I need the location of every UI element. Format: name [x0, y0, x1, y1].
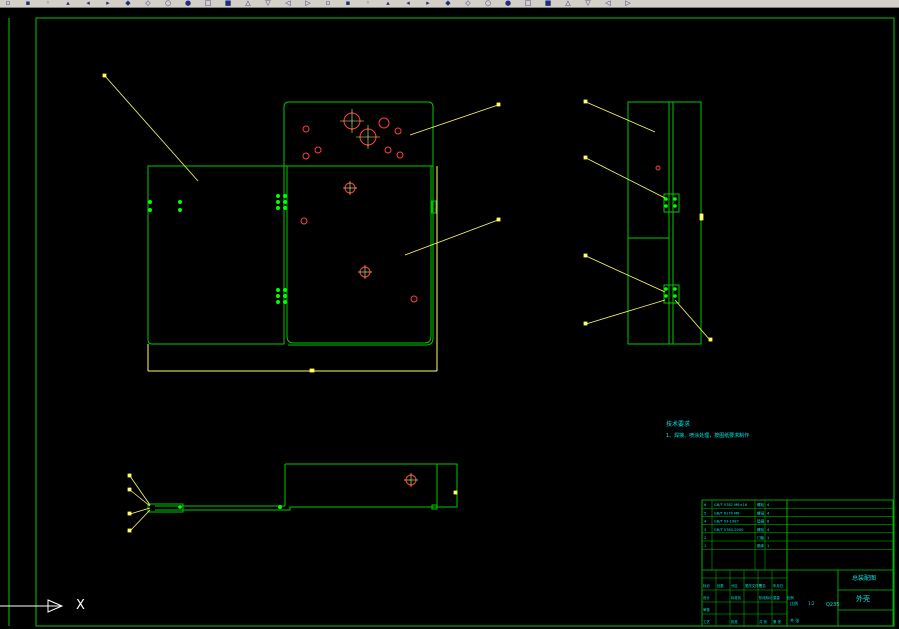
title-grid-cell: 年月日: [773, 583, 783, 588]
properties-icon[interactable]: ○: [164, 0, 172, 7]
explode-icon[interactable]: ◁: [604, 0, 612, 7]
bom-cell: 8: [767, 520, 770, 524]
holes: [300, 112, 661, 486]
title-grid-cell: 审核: [703, 607, 710, 612]
title-grid-cell: 共 张: [759, 619, 767, 624]
bom-cell: 门板: [757, 535, 765, 540]
outer-border: [35, 17, 895, 627]
pan-icon[interactable]: ◆: [124, 0, 132, 7]
help-icon[interactable]: ▷: [624, 0, 632, 7]
ucs-x-label: X: [76, 598, 85, 613]
extend-icon[interactable]: △: [564, 0, 572, 7]
dimension-icon[interactable]: ▪: [344, 0, 352, 7]
match-icon[interactable]: □: [204, 0, 212, 7]
top-view-leaders: [127, 473, 458, 533]
copy-icon[interactable]: ◂: [404, 0, 412, 7]
layer-icon[interactable]: ●: [184, 0, 192, 7]
trim-icon[interactable]: ■: [544, 0, 552, 7]
open-icon[interactable]: ▪: [24, 0, 32, 7]
save-icon[interactable]: ◦: [44, 0, 52, 7]
title-grid-cell: 签名: [759, 583, 766, 588]
offset-icon[interactable]: ◆: [444, 0, 452, 7]
array-icon[interactable]: ◇: [464, 0, 472, 7]
title-grid-cell: 设计: [703, 595, 710, 600]
drawing-canvas[interactable]: 技术要求 1、焊接、喷涂处理，按图纸要求制作 总装配图 外壳 Q235 比例 1…: [0, 7, 899, 629]
bom-cell: 4: [704, 520, 707, 524]
title-grid-cell: 重量: [773, 595, 780, 600]
drawing-name: 总装配图: [852, 574, 876, 582]
title-grid-cell: 比例: [787, 595, 794, 600]
material-text: Q235: [826, 602, 839, 608]
part-name: 外壳: [856, 594, 870, 603]
undo-icon[interactable]: ◂: [84, 0, 92, 7]
top-view: [147, 463, 458, 513]
bom-cell: 螺栓: [757, 502, 765, 507]
insert-icon[interactable]: ▴: [384, 0, 392, 7]
rotate-icon[interactable]: ●: [504, 0, 512, 7]
front-view: [147, 101, 438, 372]
side-leaders: [583, 99, 713, 342]
bom-cell: GB/T 6170 M6: [714, 511, 740, 515]
mirror-icon[interactable]: ▸: [424, 0, 432, 7]
title-grid-cell: 第 张: [773, 619, 781, 624]
scale-icon[interactable]: □: [524, 0, 532, 7]
bom-cell: 垫圈: [757, 519, 765, 524]
block-icon[interactable]: ◦: [364, 0, 372, 7]
arc-icon[interactable]: ◁: [284, 0, 292, 7]
title-grid-cell: 分区: [731, 583, 738, 588]
bom-cell: GB/T 5780-2000: [714, 528, 744, 532]
bom-cell: 2: [704, 536, 706, 540]
title-grid-cell: 阶段标记: [759, 595, 773, 600]
notes-line-1: 1、焊接、喷涂处理，按图纸要求制作: [666, 432, 749, 439]
bom-cell: GB/T 5782 M6×16: [714, 503, 748, 507]
scale-label: 比例: [790, 600, 798, 606]
title-grid-cell: 标记: [703, 583, 710, 588]
hinge-markers: [148, 194, 287, 304]
line-icon[interactable]: ■: [224, 0, 232, 7]
zoom-icon[interactable]: ◇: [144, 0, 152, 7]
bom-cell: GB/T 93-1987: [714, 520, 739, 524]
bom-cell: 1: [704, 544, 706, 548]
notes-title: 技术要求: [666, 420, 690, 428]
bom-cell: 1: [767, 544, 769, 548]
bom-cell: 4: [767, 528, 770, 532]
bom-cell: 6: [704, 503, 707, 507]
title-grid-cell: 标准化: [731, 595, 742, 600]
circle-icon[interactable]: ▽: [264, 0, 272, 7]
text-icon[interactable]: ▫: [324, 0, 332, 7]
bom-cell: 螺母: [757, 510, 765, 515]
ucs-icon: [0, 599, 64, 613]
new-icon[interactable]: ▫: [4, 0, 12, 7]
bom-cell: 3: [704, 528, 706, 532]
scale-value: 1:2: [808, 601, 815, 606]
print-icon[interactable]: ▴: [64, 0, 72, 7]
title-grid-cell: 处数: [717, 583, 724, 588]
bom-cell: 5: [704, 511, 706, 515]
bom-cell: 4: [767, 503, 770, 507]
polyline-icon[interactable]: △: [244, 0, 252, 7]
hatch-icon[interactable]: ▷: [304, 0, 312, 7]
bom-cell: 螺栓: [757, 527, 765, 532]
bom-cell: 1: [767, 536, 769, 540]
title-grid-cell: 批准: [731, 619, 738, 624]
bom-cell: 箱体: [757, 543, 765, 548]
title-grid-cell: 工艺: [703, 619, 710, 624]
sheet-label: 共 张: [790, 617, 799, 623]
move-icon[interactable]: ○: [484, 0, 492, 7]
redo-icon[interactable]: ▸: [104, 0, 112, 7]
fillet-icon[interactable]: ▽: [584, 0, 592, 7]
bom-cell: 4: [767, 511, 770, 515]
